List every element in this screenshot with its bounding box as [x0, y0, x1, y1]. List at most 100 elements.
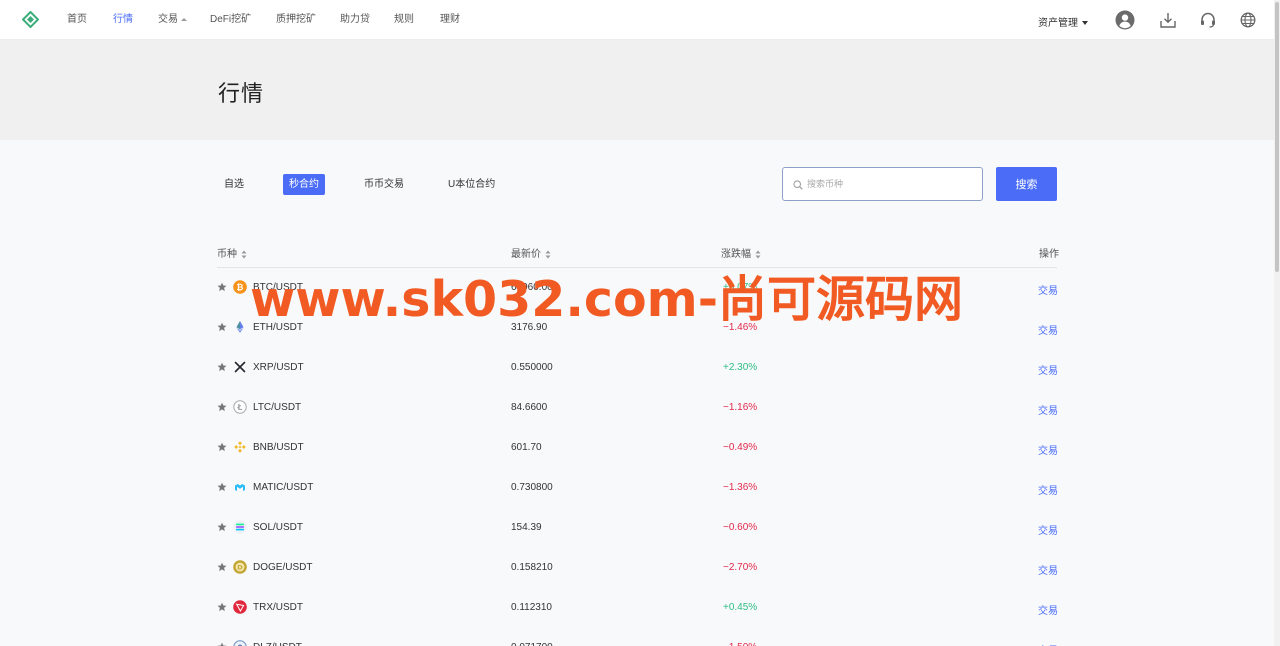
- table-row[interactable]: BNB/USDT 601.70 −0.49% 交易: [217, 428, 1058, 468]
- nav-item-defi-mining[interactable]: DeFi挖矿: [210, 14, 251, 26]
- star-icon[interactable]: [217, 482, 227, 492]
- table-row[interactable]: ₿ BTC/USDT 64960.00 +0.07% 交易: [217, 268, 1058, 308]
- trade-link[interactable]: 交易: [1038, 522, 1058, 537]
- trade-link[interactable]: 交易: [1038, 362, 1058, 377]
- star-icon[interactable]: [217, 322, 227, 332]
- download-icon[interactable]: [1158, 10, 1178, 30]
- search-input[interactable]: [807, 176, 977, 192]
- bitcoin-icon: ₿: [233, 280, 247, 294]
- table-row[interactable]: MATIC/USDT 0.730800 −1.36% 交易: [217, 468, 1058, 508]
- star-icon[interactable]: [217, 602, 227, 612]
- table-row[interactable]: D DOGE/USDT 0.158210 −2.70% 交易: [217, 548, 1058, 588]
- nav-item-trade[interactable]: 交易: [158, 14, 187, 26]
- svg-text:D: D: [237, 564, 243, 572]
- trade-link[interactable]: 交易: [1038, 562, 1058, 577]
- tab-second-contract[interactable]: 秒合约: [283, 174, 325, 195]
- trade-link[interactable]: 交易: [1038, 402, 1058, 417]
- change-percent: −1.36%: [723, 482, 758, 493]
- change-percent: −1.50%: [723, 642, 757, 646]
- pair-name: BTC/USDT: [253, 282, 303, 293]
- trade-link[interactable]: 交易: [1038, 442, 1058, 457]
- column-header-price[interactable]: 最新价: [511, 245, 551, 260]
- table-row[interactable]: XRP/USDT 0.550000 +2.30% 交易: [217, 348, 1058, 388]
- change-percent: +0.07%: [723, 282, 758, 293]
- star-icon[interactable]: [217, 362, 227, 372]
- change-percent: −2.70%: [723, 562, 758, 573]
- svg-text:Ł: Ł: [236, 403, 242, 412]
- last-price: 0.730800: [511, 482, 553, 493]
- tab-favorites[interactable]: 自选: [218, 174, 250, 195]
- change-percent: +2.30%: [723, 362, 758, 373]
- search-box: [782, 167, 983, 201]
- nav-item-staking[interactable]: 质押挖矿: [276, 14, 316, 26]
- solana-icon: [233, 520, 247, 534]
- page-banner: [0, 40, 1274, 140]
- trade-link[interactable]: 交易: [1038, 322, 1058, 337]
- pair-name: ETH/USDT: [253, 322, 303, 333]
- bnb-icon: [234, 441, 246, 453]
- last-price: 0.550000: [511, 362, 553, 373]
- pair-name: MATIC/USDT: [253, 482, 314, 493]
- doge-icon: D: [233, 560, 247, 574]
- globe-icon[interactable]: [1238, 10, 1258, 30]
- table-row[interactable]: Ł LTC/USDT 84.6600 −1.16% 交易: [217, 388, 1058, 428]
- asset-management-label: 资产管理: [1038, 18, 1078, 29]
- table-row[interactable]: SOL/USDT 154.39 −0.60% 交易: [217, 508, 1058, 548]
- table-row[interactable]: DLZ/USDT 0.071700 −1.50% 交易: [217, 628, 1057, 646]
- column-header-action: 操作: [1039, 249, 1059, 260]
- table-row[interactable]: TRX/USDT 0.112310 +0.45% 交易: [217, 588, 1058, 628]
- last-price: 0.112310: [511, 602, 552, 613]
- search-button[interactable]: 搜索: [996, 167, 1057, 201]
- sort-icon: [755, 250, 761, 259]
- star-icon[interactable]: [217, 642, 227, 646]
- star-icon[interactable]: [217, 282, 227, 292]
- change-percent: −0.49%: [723, 442, 758, 453]
- column-header-pair-label: 币种: [217, 249, 237, 260]
- chevron-down-icon: [1082, 21, 1088, 26]
- pair-name: TRX/USDT: [253, 602, 303, 613]
- page-scrollbar-thumb[interactable]: [1275, 2, 1279, 272]
- user-avatar-icon[interactable]: [1115, 10, 1135, 30]
- nav-item-rules[interactable]: 规则: [394, 14, 414, 26]
- pair-name: LTC/USDT: [253, 402, 302, 413]
- table-row[interactable]: ETH/USDT 3176.90 −1.46% 交易: [217, 308, 1058, 348]
- last-price: 601.70: [511, 442, 542, 453]
- column-header-change[interactable]: 涨跌幅: [721, 245, 761, 260]
- trade-link[interactable]: 交易: [1038, 642, 1058, 646]
- page-title: 行情: [218, 81, 265, 106]
- trade-link[interactable]: 交易: [1038, 482, 1058, 497]
- change-percent: −1.46%: [723, 322, 758, 333]
- ethereum-icon: [236, 321, 244, 333]
- nav-item-market[interactable]: 行情: [113, 14, 133, 26]
- trade-link[interactable]: 交易: [1038, 602, 1058, 617]
- headset-icon[interactable]: [1198, 10, 1218, 30]
- star-icon[interactable]: [217, 402, 227, 412]
- column-header-price-label: 最新价: [511, 249, 541, 260]
- sort-icon: [241, 250, 247, 259]
- last-price: 84.6600: [511, 402, 548, 413]
- tron-icon: [233, 600, 247, 614]
- star-icon[interactable]: [217, 522, 227, 532]
- tab-spot-trading[interactable]: 币币交易: [358, 174, 410, 195]
- asset-management-menu[interactable]: 资产管理: [1038, 14, 1088, 29]
- nav-item-finance[interactable]: 理财: [440, 14, 460, 26]
- nav-item-loan[interactable]: 助力贷: [340, 14, 370, 26]
- xrp-icon: [234, 361, 246, 373]
- star-icon[interactable]: [217, 442, 227, 452]
- logo-icon[interactable]: [22, 11, 39, 28]
- tab-usdt-futures[interactable]: U本位合约: [442, 174, 501, 195]
- pair-name: XRP/USDT: [253, 362, 304, 373]
- trade-link[interactable]: 交易: [1038, 282, 1058, 297]
- star-icon[interactable]: [217, 562, 227, 572]
- dlz-icon: [233, 640, 247, 646]
- nav-item-trade-label: 交易: [158, 14, 178, 25]
- pair-name: BNB/USDT: [253, 442, 304, 453]
- litecoin-icon: Ł: [233, 400, 247, 414]
- change-percent: −1.16%: [723, 402, 758, 413]
- column-header-pair[interactable]: 币种: [217, 245, 247, 260]
- nav-item-home[interactable]: 首页: [67, 14, 87, 26]
- pair-name: DOGE/USDT: [253, 562, 313, 573]
- matic-icon: [235, 484, 245, 491]
- last-price: 0.158210: [511, 562, 553, 573]
- column-header-change-label: 涨跌幅: [721, 249, 751, 260]
